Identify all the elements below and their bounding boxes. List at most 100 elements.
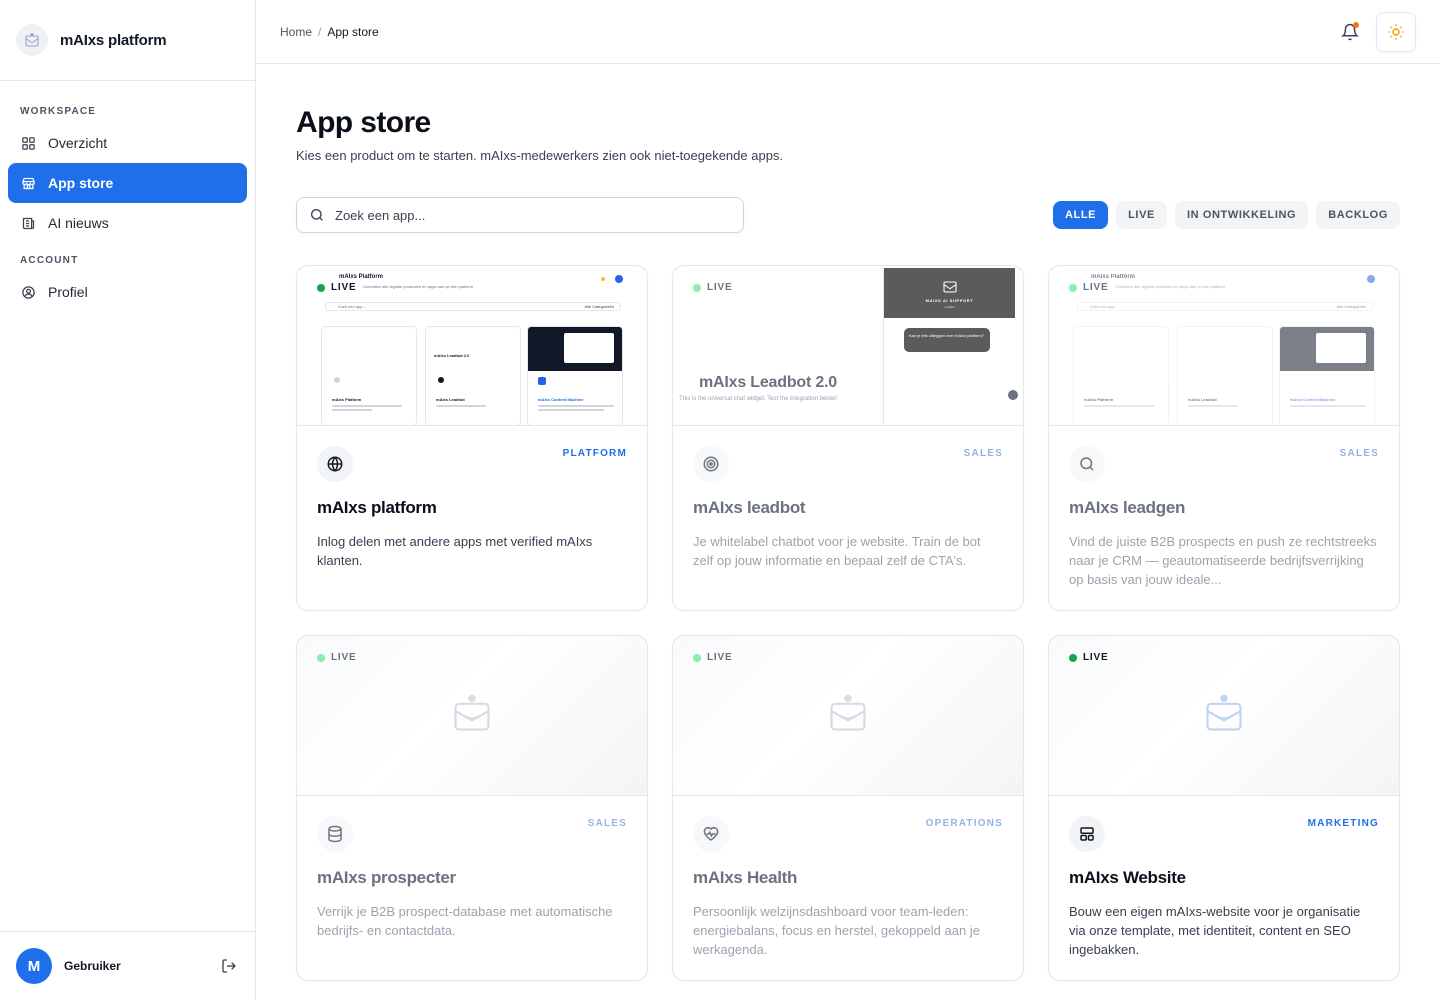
section-label-account: ACCOUNT	[20, 255, 79, 266]
mini-avatar	[615, 275, 623, 283]
app-description: Persoonlijk welzijnsdashboard voor team-…	[693, 904, 980, 957]
target-icon	[693, 446, 729, 482]
category-label: OPERATIONS	[925, 818, 1003, 829]
page-title: App store	[296, 106, 431, 139]
widget-title: MAIXS AI SUPPORT	[925, 297, 974, 303]
section-label-workspace: WORKSPACE	[20, 106, 97, 117]
breadcrumb-separator: /	[318, 24, 322, 39]
widget-bubble: Kan je iets uitleggen over mAIxs platfor…	[904, 328, 990, 352]
mini-title: mAIxs Leadbot 2.0	[699, 374, 837, 391]
sidebar-item-label: AI nieuws	[48, 215, 109, 231]
app-preview: LIVE mAIxs Leadbot 2.0 This is the unive…	[673, 266, 1023, 426]
store-icon	[20, 175, 36, 191]
search-icon	[1069, 446, 1105, 482]
status-badge: LIVE	[1069, 652, 1108, 663]
app-name: mAIxs leadbot	[693, 498, 806, 517]
search-input[interactable]	[335, 207, 743, 223]
mini-sun	[601, 277, 605, 281]
filter-in-ontwikkeling[interactable]: IN ONTWIKKELING	[1174, 201, 1309, 229]
mini-title: mAIxs Platform	[339, 274, 384, 280]
app-card-prospecter[interactable]: LIVE SALES mAIxs prospecter Verrijk je B…	[296, 635, 648, 981]
filter-backlog[interactable]: BACKLOG	[1316, 201, 1400, 229]
filter-group: ALLE LIVE IN ONTWIKKELING BACKLOG	[1052, 201, 1400, 229]
notifications-button[interactable]	[1338, 20, 1362, 44]
placeholder-logo-icon	[1202, 691, 1246, 740]
globe-icon	[317, 446, 353, 482]
topbar: Home / App store	[256, 0, 1440, 64]
card-body: PLATFORM mAIxs platform Inlog delen met …	[297, 426, 647, 590]
status-badge: LIVE	[1069, 282, 1108, 293]
app-name: mAIxs Website	[1069, 868, 1186, 887]
app-description: Verrijk je B2B prospect-database met aut…	[317, 904, 613, 938]
status-badge: LIVE	[693, 282, 732, 293]
sidebar: mAIxs platform WORKSPACE Overzicht App s…	[0, 0, 256, 1000]
card-body: SALES mAIxs leadgen Vind de juiste B2B p…	[1049, 426, 1399, 609]
search-icon	[311, 209, 323, 221]
app-grid: LIVE mAIxs Platform Centralize alle digi…	[296, 265, 1400, 981]
app-card-leadbot[interactable]: LIVE mAIxs Leadbot 2.0 This is the unive…	[672, 265, 1024, 611]
card-body: SALES mAIxs prospecter Verrijk je B2B pr…	[297, 796, 647, 960]
breadcrumb: Home / App store	[280, 25, 379, 39]
app-preview: LIVE	[1049, 636, 1399, 796]
workspace-nav: Overzicht App store AI nieuws	[0, 123, 255, 243]
sidebar-item-label: App store	[48, 175, 114, 191]
mini-search: Zoek een app... Alle Categorieën	[325, 302, 621, 311]
category-label: SALES	[587, 818, 627, 829]
card-body: MARKETING mAIxs Website Bouw een eigen m…	[1049, 796, 1399, 979]
category-label: SALES	[1339, 448, 1379, 459]
layout-icon	[1069, 816, 1105, 852]
sidebar-item-app-store[interactable]: App store	[8, 163, 247, 203]
category-label: SALES	[963, 448, 1003, 459]
app-card-health[interactable]: LIVE OPERATIONS mAIxs Health Persoonlijk…	[672, 635, 1024, 981]
filter-alle[interactable]: ALLE	[1052, 201, 1109, 229]
sun-icon	[1388, 24, 1404, 39]
mini-title: mAIxs Platform	[1091, 274, 1136, 280]
sidebar-item-ai-nieuws[interactable]: AI nieuws	[8, 203, 247, 243]
logout-icon[interactable]	[219, 956, 239, 976]
status-badge: LIVE	[317, 282, 356, 293]
category-label: PLATFORM	[562, 448, 627, 459]
notification-dot	[1353, 21, 1359, 28]
app-preview: LIVE mAIxs Platform Centralize alle digi…	[1049, 266, 1399, 426]
card-body: OPERATIONS mAIxs Health Persoonlijk welz…	[673, 796, 1023, 979]
main-content: App store Kies een product om te starten…	[296, 64, 1400, 981]
app-name: mAIxs leadgen	[1069, 498, 1186, 517]
chat-widget: MAIXS AI SUPPORT • Online Kan je iets ui…	[883, 268, 1018, 425]
grid-icon	[20, 135, 36, 151]
app-name: mAIxs Health	[693, 868, 798, 887]
heart-pulse-icon	[693, 816, 729, 852]
brand-logo-icon	[16, 24, 48, 56]
avatar[interactable]: M	[16, 948, 52, 984]
mini-card: mAIxs Platform	[321, 326, 417, 425]
app-description: Bouw een eigen mAIxs-website voor je org…	[1069, 904, 1361, 957]
sidebar-item-overzicht[interactable]: Overzicht	[8, 123, 247, 163]
account-nav: Profiel	[0, 272, 255, 312]
mini-card: mAIxs Leadbot 2.0 mAIxs Leadbot	[425, 326, 521, 425]
sidebar-item-label: Profiel	[48, 284, 88, 300]
app-card-platform[interactable]: LIVE mAIxs Platform Centralize alle digi…	[296, 265, 648, 611]
app-name: mAIxs platform	[317, 498, 437, 517]
app-card-website[interactable]: LIVE MARKETING mAIxs Website Bouw een ei…	[1048, 635, 1400, 981]
controls: ALLE LIVE IN ONTWIKKELING BACKLOG	[296, 197, 1400, 233]
app-preview: LIVE mAIxs Platform Centralize alle digi…	[297, 266, 647, 426]
placeholder-logo-icon	[450, 691, 494, 740]
placeholder-logo-icon	[826, 691, 870, 740]
sidebar-item-profiel[interactable]: Profiel	[8, 272, 247, 312]
status-badge: LIVE	[693, 652, 732, 663]
app-description: Vind de juiste B2B prospects en push ze …	[1069, 534, 1377, 587]
mini-card: mAIxs Content Machine	[527, 326, 623, 425]
mini-subtitle: Centralize alle digitale producten en ap…	[1115, 284, 1226, 289]
status-badge: LIVE	[317, 652, 356, 663]
brand[interactable]: mAIxs platform	[0, 0, 255, 81]
page-subtitle: Kies een product om te starten. mAIxs-me…	[296, 148, 784, 163]
theme-toggle-button[interactable]	[1376, 11, 1416, 52]
app-description: Je whitelabel chatbot voor je website. T…	[693, 534, 981, 568]
search-box	[296, 197, 744, 233]
breadcrumb-home[interactable]: Home	[280, 25, 312, 39]
app-card-leadgen[interactable]: LIVE mAIxs Platform Centralize alle digi…	[1048, 265, 1400, 611]
user-name: Gebruiker	[64, 959, 121, 973]
category-label: MARKETING	[1307, 818, 1379, 829]
sidebar-item-label: Overzicht	[48, 135, 108, 151]
filter-live[interactable]: LIVE	[1116, 201, 1167, 229]
newspaper-icon	[20, 215, 36, 231]
